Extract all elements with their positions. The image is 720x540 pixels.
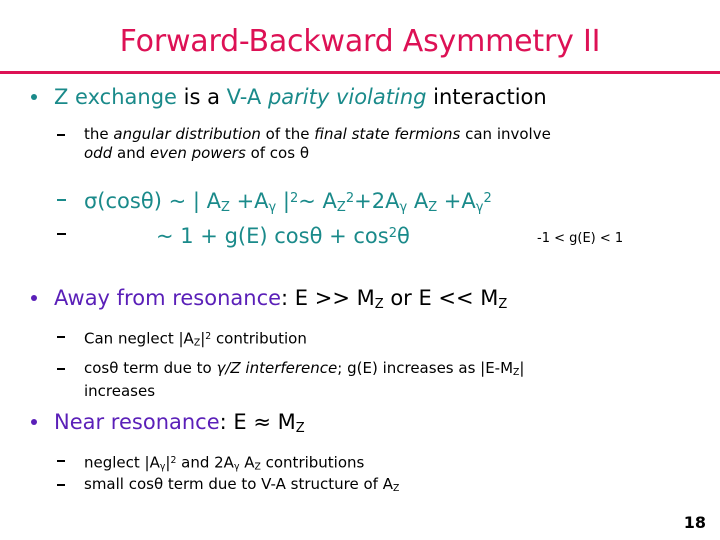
slide-body: Z exchange is a V-A parity violating int…	[0, 84, 720, 524]
page-number: 18	[683, 513, 706, 532]
f2-p2: + cos	[322, 224, 389, 249]
dash-bullet-icon	[57, 484, 65, 486]
f1-sub-gamma2: γ	[399, 200, 408, 216]
dash-bullet-icon	[57, 368, 65, 370]
bullet-2-seg-cond1: : E >> M	[281, 286, 375, 310]
f2-sup-1: 2	[388, 226, 397, 241]
b2s2-p4: |	[519, 359, 525, 377]
bullet-2-sub-z2: Z	[498, 296, 508, 312]
f1-sub-z2: Z	[336, 200, 346, 216]
sub-1-seg-angular-distribution: angular distribution	[113, 125, 261, 143]
f1-sub-z1: Z	[220, 200, 230, 216]
dash-bullet-icon	[57, 199, 66, 201]
f1-p2: ) ~ | A	[153, 189, 221, 214]
f1-p8: +A	[437, 189, 476, 214]
bullet-1-seg-parity-violating: parity violating	[267, 85, 427, 109]
sub-1-seg-the: the	[84, 125, 114, 143]
b2s1-p1: Can neglect |A	[84, 329, 194, 348]
bullet-dot-icon	[31, 295, 37, 301]
title-divider	[0, 71, 720, 74]
dash-bullet-icon	[57, 336, 65, 338]
b3s2-theta: θ	[153, 475, 164, 493]
f1-p7: A	[407, 189, 429, 214]
b2s2-p3: ; g(E) increases as |E-M	[337, 359, 514, 377]
sub-1-seg-final-state-fermions: final state fermions	[314, 125, 461, 143]
f1-p6: +2A	[354, 189, 400, 214]
subbullet-gamma-z-interference: cosθ term due to γ/Z interference; g(E) …	[0, 359, 720, 401]
b3s1-p5: contributions	[260, 453, 365, 472]
b3s1-p1: neglect |A	[84, 453, 160, 472]
f2-theta2: θ	[397, 224, 410, 249]
f1-theta: θ	[140, 189, 154, 214]
page-title: Forward-Backward Asymmetry II	[119, 24, 601, 59]
b2s2-p2: term due to	[118, 359, 217, 377]
dash-bullet-icon	[57, 460, 65, 462]
bullet-1-seg-is-a: is a	[176, 85, 227, 109]
subbullet-angular-distribution: the angular distribution of the final st…	[0, 125, 720, 163]
subbullet-neglect-agamma: neglect |Aγ|2 and 2Aγ AZ contributions	[0, 451, 720, 476]
f1-p1: σ(cos	[84, 189, 141, 214]
bullet-near-resonance: Near resonance: E ≈ MZ	[0, 409, 720, 442]
b3s2-p2: term due to V-A structure of A	[163, 475, 393, 493]
f1-p4: |	[276, 189, 290, 214]
bullet-3-seg-cond: : E ≈ M	[219, 410, 296, 434]
subbullet-neglect-az: Can neglect |AZ|2 contribution	[0, 327, 720, 352]
b2s2-p1: cos	[84, 359, 110, 377]
bullet-1-seg-va: V-A	[226, 85, 268, 109]
sub-1-seg-even-powers: even powers	[150, 144, 246, 162]
b3s2-sub-z: Z	[393, 483, 400, 495]
sub-1-seg-of-cos: of cos	[245, 144, 300, 162]
bullet-1-seg-z-exchange: Z exchange	[54, 85, 177, 109]
subbullet-small-cos-term: small cosθ term due to V-A structure of …	[0, 475, 720, 498]
bullet-2-seg-label: Away from resonance	[54, 286, 282, 310]
b2s2-p5: increases	[84, 382, 156, 401]
b3s1-p3: and 2A	[176, 453, 234, 472]
bullet-2-seg-cond2: or E << M	[383, 286, 499, 310]
annotation-ge-range: -1 < g(E) < 1	[537, 231, 624, 246]
formula-cross-section: σ(cosθ) ~ | AZ +Aγ |2~ AZ2+2Aγ AZ +Aγ2	[0, 185, 720, 222]
sub-1-seg-of-the: of the	[260, 125, 315, 143]
dash-bullet-icon	[57, 233, 66, 235]
sub-1-seg-can-involve: can involve	[460, 125, 551, 143]
f2-p1: ~ 1 + g(E) cos	[156, 224, 310, 249]
bullet-dot-icon	[31, 94, 37, 100]
sub-1-seg-and: and	[112, 144, 150, 162]
bullet-z-exchange: Z exchange is a V-A parity violating int…	[0, 84, 720, 110]
bullet-away-from-resonance: Away from resonance: E >> MZ or E << MZ	[0, 285, 720, 318]
f1-sub-z3: Z	[428, 200, 438, 216]
b2s2-italic-interference: γ/Z interference	[216, 359, 338, 377]
f1-p3: +A	[229, 189, 269, 214]
bullet-1-seg-interaction: interaction	[426, 85, 547, 109]
f1-sup-2: 2	[345, 191, 355, 206]
b3s2-p1: small cos	[84, 475, 154, 493]
b3s1-p4: A	[239, 453, 255, 472]
f2-theta1: θ	[309, 224, 323, 249]
b2s1-p3: contribution	[211, 329, 307, 348]
f1-p5: ~ A	[298, 189, 337, 214]
f1-sup-3: 2	[483, 191, 492, 206]
bullet-3-seg-label: Near resonance	[54, 410, 220, 434]
bullet-dot-icon	[31, 419, 37, 425]
bullet-2-sub-z1: Z	[374, 296, 384, 312]
dash-bullet-icon	[57, 134, 65, 136]
bullet-3-sub-z: Z	[295, 420, 305, 436]
sub-1-seg-odd: odd	[84, 144, 113, 162]
sub-1-seg-theta: θ	[299, 144, 309, 162]
